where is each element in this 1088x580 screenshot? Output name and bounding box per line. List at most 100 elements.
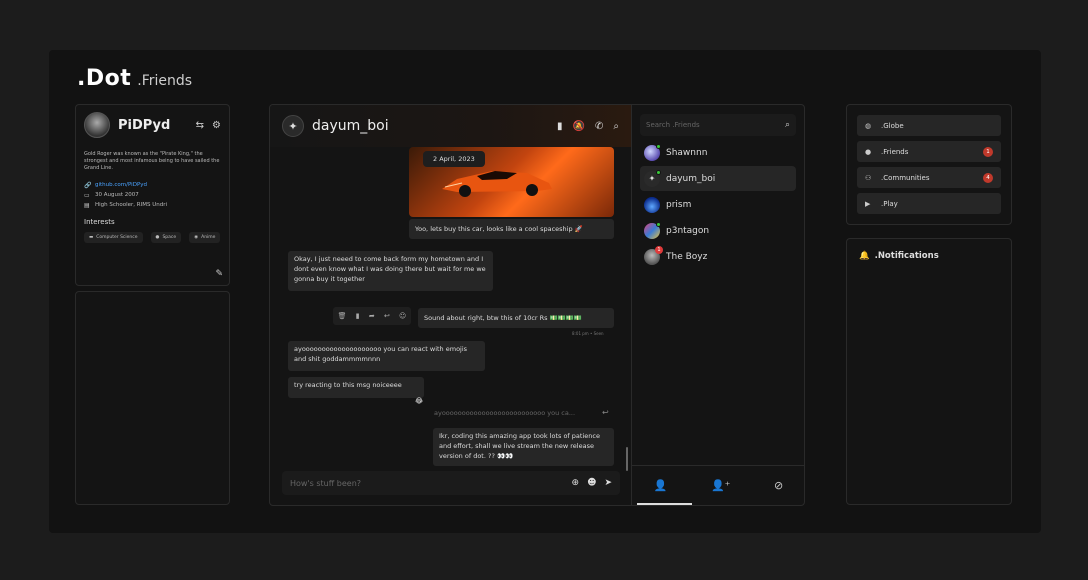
- app-logo: .Dot: [77, 66, 132, 91]
- message-actions: 🗑 ▮ ➦ ↩ ☺: [333, 307, 411, 325]
- message-composer: ⊕ ☻ ➤: [282, 471, 620, 495]
- reply-icon: ↩: [602, 408, 609, 417]
- globe-icon: ◍: [865, 121, 872, 130]
- education-row: ▤ High Schooler, RIMS Undri: [84, 200, 221, 210]
- friend-item[interactable]: 1 The Boyz: [640, 244, 796, 269]
- blocked-tab-icon[interactable]: ⊘: [774, 479, 783, 492]
- swap-icon[interactable]: ⇆: [196, 120, 204, 131]
- message-bubble[interactable]: ayoooooooooooooooooooo you can react wit…: [288, 341, 485, 371]
- nav-item-play[interactable]: ▶ .Play: [857, 193, 1001, 214]
- friends-sidebar: ⌕ Shawnnn ✦ dayum_boi prism p3ntagon: [631, 105, 804, 505]
- friend-item[interactable]: prism: [640, 192, 796, 217]
- friend-name: Shawnnn: [666, 147, 708, 158]
- calendar-icon: ▭: [84, 191, 90, 199]
- friend-name: p3ntagon: [666, 225, 710, 236]
- edit-icon[interactable]: ✎: [215, 269, 223, 279]
- add-friend-tab-icon[interactable]: 👤⁺: [711, 479, 731, 492]
- bookmark-icon[interactable]: ▮: [356, 312, 360, 320]
- link-icon: 🔗: [84, 181, 92, 189]
- forward-icon[interactable]: ➦: [369, 312, 375, 320]
- profile-name: PiDPyd: [118, 117, 171, 133]
- notifications-panel: 🔔 .Notifications: [846, 238, 1012, 505]
- bookmark-icon[interactable]: ▮: [557, 121, 563, 132]
- count-badge: 1: [983, 146, 993, 157]
- message-bubble[interactable]: Ikr, coding this amazing app took lots o…: [433, 428, 614, 466]
- message-reaction[interactable]: 😂: [415, 397, 423, 405]
- github-label[interactable]: github.com/PiDPyd: [95, 182, 147, 188]
- interest-chip[interactable]: ▬ Computer Science: [84, 232, 143, 243]
- friends-list: Shawnnn ✦ dayum_boi prism p3ntagon 1 The…: [632, 140, 804, 269]
- avatar: [644, 143, 661, 161]
- person-icon: ●: [865, 147, 872, 156]
- profile-bio: Gold Roger was known as the "Pirate King…: [84, 151, 220, 171]
- chat-header: ✦ dayum_boi ▮ 🔕 ✆ ⌕: [270, 105, 631, 147]
- reply-preview: ayoooooooooooooooooooooooooo you ca...: [434, 409, 576, 417]
- birthday-row: ▭ 30 August 2007: [84, 190, 221, 200]
- friend-name: The Boyz: [666, 251, 708, 262]
- friend-item[interactable]: p3ntagon: [640, 218, 796, 243]
- message-bubble[interactable]: try reacting to this msg noiceeee: [288, 377, 424, 398]
- gear-icon[interactable]: ⚙: [212, 120, 221, 131]
- profile-card: PiDPyd ⇆ ⚙ Gold Roger was known as the "…: [75, 104, 230, 286]
- chat-main: ✦ dayum_boi ▮ 🔕 ✆ ⌕ 2 April, 2023 Yoo, l…: [270, 105, 631, 505]
- laptop-icon: ▬: [89, 235, 94, 240]
- reply-icon[interactable]: ↩: [384, 312, 390, 320]
- contact-name: dayum_boi: [312, 118, 389, 134]
- add-attachment-icon[interactable]: ⊕: [572, 478, 580, 488]
- online-indicator: [656, 143, 661, 149]
- birthday-label: 30 August 2007: [95, 192, 139, 198]
- nav-item-friends[interactable]: ● .Friends 1: [857, 141, 1001, 162]
- online-indicator: [656, 221, 661, 227]
- date-divider: 2 April, 2023: [423, 151, 485, 167]
- message-input[interactable]: [290, 478, 572, 488]
- search-icon[interactable]: ⌕: [785, 120, 790, 130]
- count-badge: 4: [983, 172, 993, 183]
- anime-icon: ◉: [194, 235, 199, 240]
- friends-tab-icon[interactable]: 👤: [654, 479, 668, 492]
- bell-icon: 🔔: [859, 251, 870, 261]
- message-bubble[interactable]: Okay, I just neeed to come back form my …: [288, 251, 493, 291]
- active-tab-indicator: [637, 503, 692, 505]
- notifications-title: .Notifications: [874, 251, 939, 261]
- avatar: [644, 221, 661, 239]
- friends-search: ⌕: [640, 114, 796, 136]
- message-bubble[interactable]: Yoo, lets buy this car, looks like a coo…: [409, 219, 614, 239]
- search-icon[interactable]: ⌕: [613, 121, 619, 132]
- message-bubble[interactable]: Sound about right, btw this of 10cr Rs 💵…: [418, 308, 614, 328]
- brand: .Dot .Friends: [77, 66, 192, 91]
- emoji-icon[interactable]: ☻: [587, 478, 596, 488]
- friend-item[interactable]: Shawnnn: [640, 140, 796, 165]
- friend-item[interactable]: ✦ dayum_boi: [640, 166, 796, 191]
- avatar: [644, 196, 660, 213]
- friends-tabs: 👤 👤⁺ ⊘: [632, 465, 804, 505]
- group-icon: ⚇: [865, 173, 872, 182]
- avatar: ✦: [644, 169, 661, 187]
- message-timestamp: 8:01 pm • Seen: [572, 331, 604, 336]
- interest-chip[interactable]: ● Space: [150, 232, 182, 243]
- app-window: .Dot .Friends PiDPyd ⇆ ⚙ Gold Roger was …: [49, 50, 1041, 533]
- education-label: High Schooler, RIMS Undri: [95, 202, 168, 208]
- nav-item-communities[interactable]: ⚇ .Communities 4: [857, 167, 1001, 188]
- online-indicator: [656, 169, 661, 175]
- play-icon: ▶: [865, 199, 871, 208]
- emoji-react-icon[interactable]: ☺: [399, 312, 406, 320]
- nav-item-globe[interactable]: ◍ .Globe: [857, 115, 1001, 136]
- chat-panel: ✦ dayum_boi ▮ 🔕 ✆ ⌕ 2 April, 2023 Yoo, l…: [269, 104, 805, 506]
- scrollbar[interactable]: [626, 447, 628, 471]
- bell-off-icon[interactable]: 🔕: [573, 121, 585, 132]
- school-icon: ▤: [84, 201, 90, 209]
- interest-chip[interactable]: ◉ Anime: [189, 232, 221, 243]
- interests-title: Interests: [84, 218, 115, 226]
- avatar: 1: [644, 245, 663, 265]
- delete-icon[interactable]: 🗑: [338, 312, 347, 320]
- contact-avatar[interactable]: ✦: [282, 115, 304, 137]
- main-nav: ◍ .Globe ● .Friends 1 ⚇ .Communities 4 ▶…: [846, 104, 1012, 225]
- phone-icon[interactable]: ✆: [595, 121, 603, 132]
- avatar[interactable]: [84, 112, 110, 138]
- github-link[interactable]: 🔗 github.com/PiDPyd: [84, 180, 221, 190]
- interests-list: ▬ Computer Science ● Space ◉ Anime: [84, 232, 224, 243]
- search-input[interactable]: [646, 121, 785, 129]
- message-list[interactable]: 2 April, 2023 Yoo, lets buy this car, lo…: [270, 147, 631, 471]
- send-icon[interactable]: ➤: [604, 478, 612, 488]
- unread-badge: 1: [655, 245, 663, 254]
